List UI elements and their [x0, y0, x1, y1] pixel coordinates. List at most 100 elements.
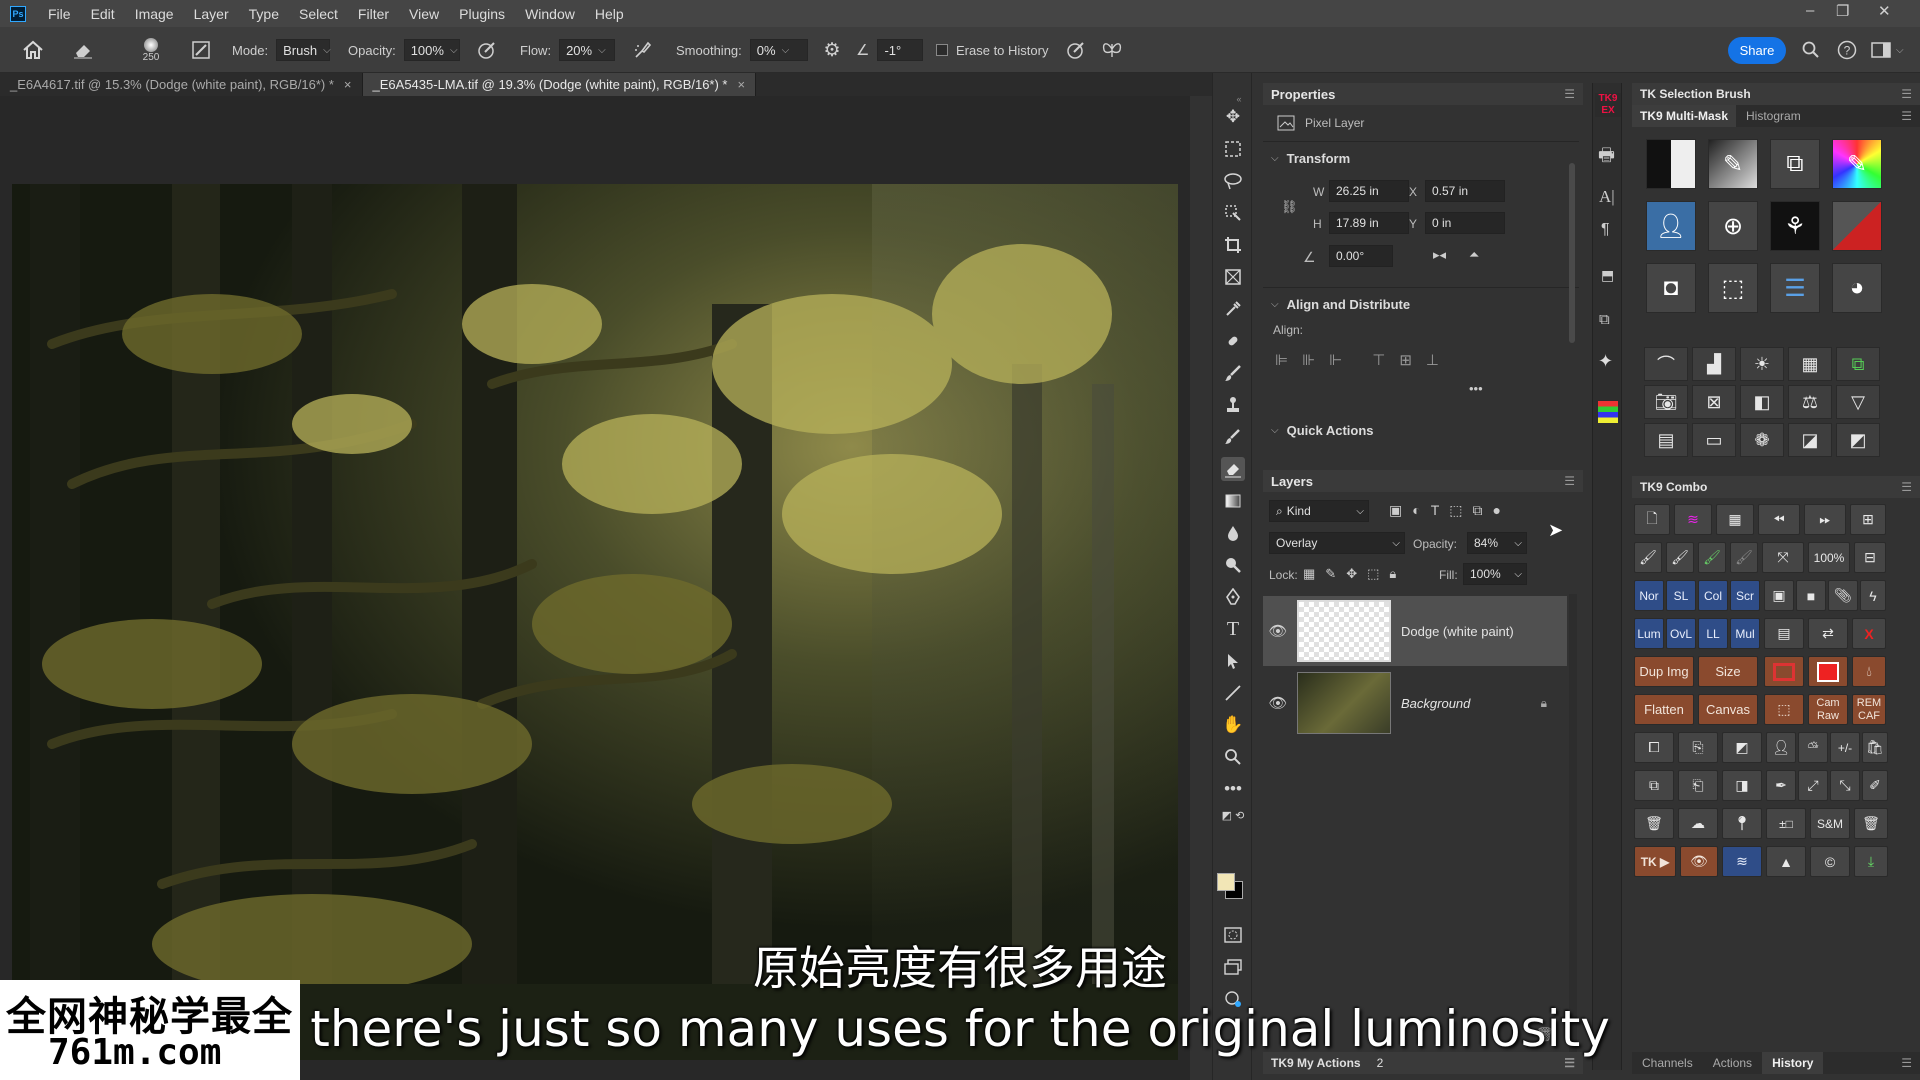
- adjust-plus-minus-button[interactable]: ±□: [1766, 808, 1806, 839]
- mask-target-icon[interactable]: ⊕: [1708, 201, 1758, 251]
- history-brush-tool-icon[interactable]: [1221, 425, 1245, 449]
- mask-layer-icon[interactable]: ◘: [1646, 263, 1696, 313]
- layer-opacity-input[interactable]: 84% ⌵: [1467, 532, 1527, 554]
- s-and-m-button[interactable]: S&M: [1810, 808, 1850, 839]
- vibrance-icon[interactable]: ◩: [1836, 423, 1880, 457]
- flip-vertical-icon[interactable]: ⏶: [1469, 247, 1479, 263]
- close-window-button[interactable]: ✕: [1878, 2, 1891, 20]
- brush-size-picker[interactable]: 250: [136, 27, 166, 73]
- frame-tool-icon[interactable]: [1221, 265, 1245, 289]
- stack-layers-icon[interactable]: ⧉: [1634, 770, 1674, 801]
- eraser-tool-icon[interactable]: [1221, 457, 1245, 481]
- expand-icon[interactable]: ⤢: [1798, 770, 1828, 801]
- flow-input[interactable]: 20% ⌵: [559, 39, 616, 61]
- mask-circles-icon[interactable]: ◕: [1832, 263, 1882, 313]
- align-left-icon[interactable]: ⊫: [1275, 351, 1288, 369]
- size-button[interactable]: Size: [1698, 656, 1758, 687]
- brush-tool-icon[interactable]: [1221, 361, 1245, 385]
- brush-gray-icon[interactable]: 🖌︎: [1730, 542, 1758, 573]
- filter-type-icon[interactable]: T: [1431, 502, 1440, 519]
- panel-menu-icon[interactable]: ☰: [1901, 1056, 1912, 1070]
- menu-file[interactable]: File: [38, 6, 81, 22]
- paperclip-icon[interactable]: 📎︎: [1828, 580, 1858, 611]
- panel-menu-icon[interactable]: ☰: [1901, 109, 1912, 123]
- close-icon[interactable]: ×: [344, 77, 352, 92]
- eyedropper-tool-icon[interactable]: [1221, 297, 1245, 321]
- menu-type[interactable]: Type: [239, 6, 289, 22]
- print-icon[interactable]: 🖶︎: [1598, 143, 1615, 173]
- eye-icon[interactable]: 👁︎: [1680, 846, 1718, 877]
- smoothing-input[interactable]: 0% ⌵: [749, 39, 808, 61]
- eye-visibility-icon[interactable]: 👁︎: [1263, 622, 1293, 640]
- selective-color-icon[interactable]: ◪: [1788, 423, 1832, 457]
- marquee-tool-icon[interactable]: [1221, 137, 1245, 161]
- x-input[interactable]: 0.57 in: [1425, 180, 1505, 202]
- brush-pen-icon[interactable]: ✒: [1766, 770, 1796, 801]
- mask-flower-icon[interactable]: ⚘: [1770, 201, 1820, 251]
- tab-channels[interactable]: Channels: [1632, 1056, 1703, 1070]
- half-fill-icon[interactable]: ◧: [1740, 385, 1784, 419]
- layer-filter-kind-select[interactable]: ⌕ Kind ⌵: [1269, 500, 1369, 522]
- color-swatches-icon[interactable]: [1598, 401, 1618, 423]
- lasso-tool-icon[interactable]: [1221, 169, 1245, 193]
- y-input[interactable]: 0 in: [1425, 212, 1505, 234]
- crop-tool-icon[interactable]: [1221, 233, 1245, 257]
- brush-black-icon[interactable]: 🖌︎: [1634, 542, 1662, 573]
- copy-doc-icon[interactable]: ⎗: [1678, 770, 1718, 801]
- foreground-color-swatch[interactable]: [1217, 873, 1235, 891]
- copy-layer-icon[interactable]: ⧠: [1634, 732, 1674, 763]
- lock-artboard-icon[interactable]: ⬚: [1367, 566, 1379, 582]
- crop-frame-icon[interactable]: ⬚: [1764, 694, 1804, 725]
- erase-to-history-checkbox[interactable]: [936, 44, 948, 56]
- exposure-icon[interactable]: ▦: [1788, 347, 1832, 381]
- lock-transparent-icon[interactable]: ▦: [1303, 566, 1315, 582]
- blend-normal-button[interactable]: Nor: [1634, 580, 1664, 611]
- healing-brush-tool-icon[interactable]: [1221, 329, 1245, 353]
- forest-photo-canvas[interactable]: [12, 184, 1178, 1060]
- calculator-layer-icon[interactable]: ▣: [1764, 580, 1794, 611]
- zoom-tool-icon[interactable]: [1221, 745, 1245, 769]
- tab-document-1[interactable]: _E6A4617.tif @ 15.3% (Dodge (white paint…: [0, 73, 363, 96]
- height-input[interactable]: 17.89 in: [1329, 212, 1409, 234]
- person-doc-icon[interactable]: 👤︎: [1766, 732, 1796, 763]
- blend-color-button[interactable]: Col: [1698, 580, 1728, 611]
- canvas-button[interactable]: Canvas: [1698, 694, 1758, 725]
- hue-layers-icon[interactable]: ⧉: [1836, 347, 1880, 381]
- share-button[interactable]: Share: [1728, 37, 1786, 64]
- align-middle-icon[interactable]: ⊞: [1399, 351, 1412, 369]
- lock-image-icon[interactable]: ✎: [1325, 566, 1336, 582]
- scrollbar[interactable]: [1569, 163, 1575, 343]
- mask-edit-selection-icon[interactable]: ⬚: [1708, 263, 1758, 313]
- drop-icon[interactable]: 💧︎: [1852, 656, 1886, 687]
- pin-icon[interactable]: 📍︎: [1722, 808, 1762, 839]
- panel-menu-icon[interactable]: ☰: [1901, 87, 1912, 101]
- brightness-icon[interactable]: ☀: [1740, 347, 1784, 381]
- blur-tool-icon[interactable]: [1221, 521, 1245, 545]
- panel-menu-icon[interactable]: ☰: [1564, 1056, 1575, 1070]
- layer-row-dodge[interactable]: 👁︎ Dodge (white paint): [1263, 596, 1567, 666]
- opacity-input[interactable]: 100% ⌵: [403, 39, 460, 61]
- camera-layer-icon[interactable]: ⎘: [1678, 732, 1718, 763]
- more-options-icon[interactable]: •••: [1469, 381, 1483, 396]
- gradient-map-icon[interactable]: ▤: [1644, 423, 1688, 457]
- flatten-button[interactable]: Flatten: [1634, 694, 1694, 725]
- link-icon[interactable]: ⛓: [1281, 199, 1298, 215]
- filter-pixel-icon[interactable]: ▣: [1389, 502, 1402, 519]
- filter-toggle-icon[interactable]: ●: [1493, 502, 1501, 519]
- mask-list-icon[interactable]: ☰: [1770, 263, 1820, 313]
- mask-black-white-icon[interactable]: [1646, 139, 1696, 189]
- cloud-icon[interactable]: ☁: [1678, 808, 1718, 839]
- brush-settings-icon[interactable]: [188, 27, 214, 73]
- transform-section-header[interactable]: ⌵ Transform: [1271, 151, 1350, 166]
- home-icon[interactable]: [20, 27, 46, 73]
- help-icon[interactable]: ?: [1834, 27, 1860, 73]
- line-tool-icon[interactable]: [1221, 681, 1245, 705]
- filter-smart-object-icon[interactable]: ⧉: [1473, 502, 1483, 519]
- delete-x-icon[interactable]: X: [1852, 618, 1886, 649]
- align-section-header[interactable]: ⌵ Align and Distribute: [1271, 297, 1410, 312]
- photo-filter-icon[interactable]: ▭: [1692, 423, 1736, 457]
- layer-row-background[interactable]: 👁︎ Background 🔒︎: [1263, 668, 1567, 738]
- lightning-icon[interactable]: ϟ: [1860, 580, 1886, 611]
- tab-document-2[interactable]: _E6A5435-LMA.tif @ 19.3% (Dodge (white p…: [362, 73, 757, 96]
- quick-actions-header[interactable]: ⌵ Quick Actions: [1271, 423, 1374, 438]
